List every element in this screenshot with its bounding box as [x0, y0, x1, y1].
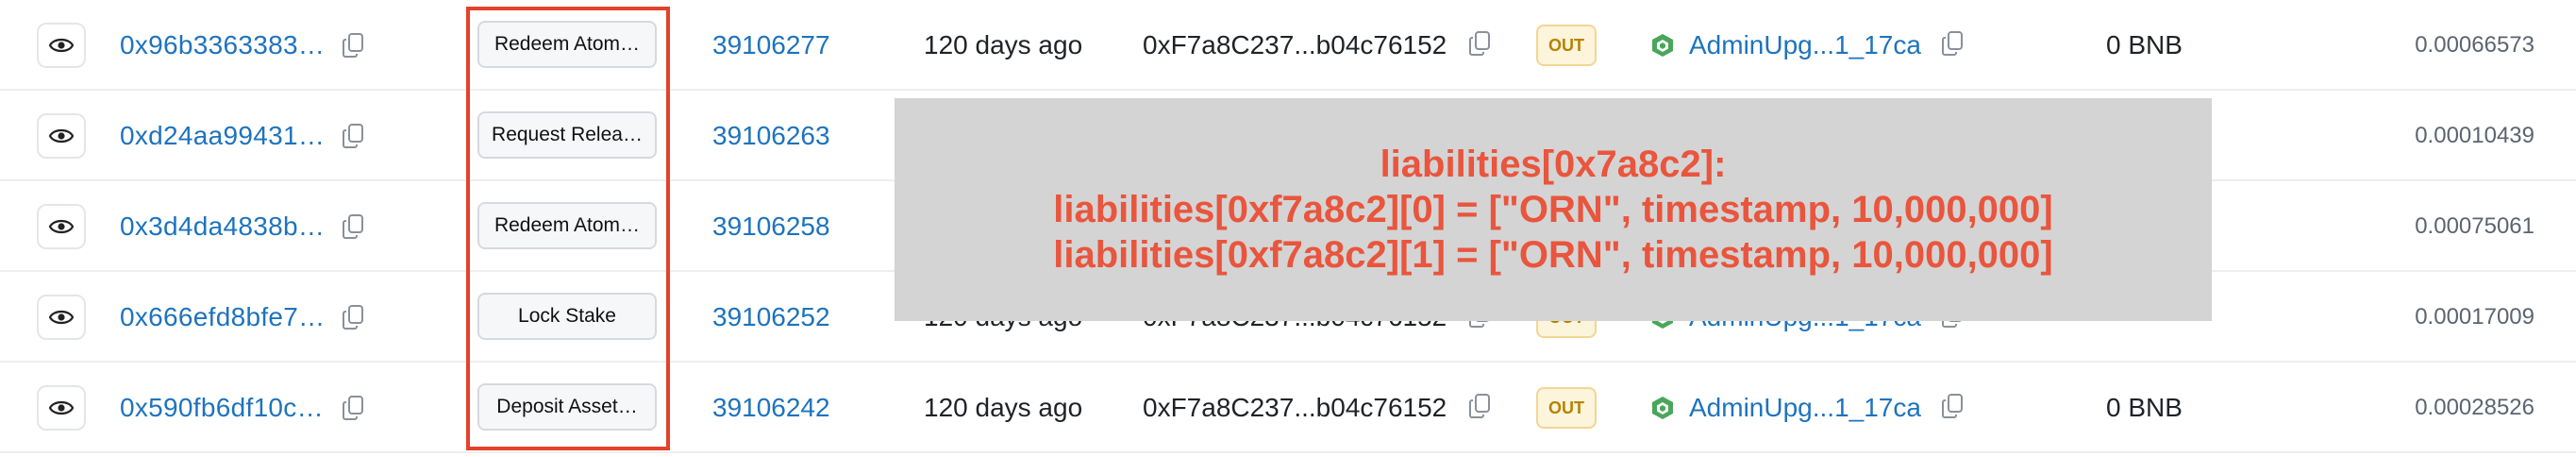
eye-icon	[49, 127, 74, 145]
txn-fee-text: 0.00028526	[2415, 395, 2534, 420]
table-row: 0x96b3363383… Redeem Atom… 39106277 120 day…	[0, 0, 2576, 91]
copy-icon[interactable]	[1468, 393, 1491, 424]
annotation-line-3: liabilities[0xf7a8c2][1] = ["ORN", times…	[1053, 234, 2053, 276]
view-details-button[interactable]	[37, 385, 86, 431]
tx-hash-link[interactable]: 0x3d4da4838b…	[120, 181, 325, 272]
copy-icon[interactable]	[342, 123, 364, 154]
copy-icon[interactable]	[1941, 393, 1964, 424]
copy-icon[interactable]	[1941, 30, 1964, 61]
view-details-button[interactable]	[37, 295, 86, 340]
txn-fee-text: 0.00017009	[2415, 304, 2534, 330]
eye-icon	[49, 308, 74, 327]
eye-icon	[49, 217, 74, 236]
view-details-button[interactable]	[37, 23, 86, 68]
tx-hash-link[interactable]: 0x666efd8bfe7…	[120, 272, 325, 363]
direction-badge: OUT	[1536, 25, 1597, 66]
block-link[interactable]: 39106252	[712, 272, 830, 363]
from-address: 0xF7a8C237...b04c76152	[1143, 393, 1447, 422]
table-row: 0x590fb6df10c… Deposit Asset… 39106242 120 …	[0, 363, 2576, 453]
copy-icon[interactable]	[342, 304, 364, 335]
from-address: 0xF7a8C237...b04c76152	[1143, 30, 1447, 59]
txn-fee-text: 0.00010439	[2415, 123, 2534, 148]
block-link[interactable]: 39106258	[712, 181, 830, 272]
tx-hash-link[interactable]: 0xd24aa99431…	[120, 91, 325, 181]
annotation-line-2: liabilities[0xf7a8c2][0] = ["ORN", times…	[1053, 189, 2053, 230]
block-link[interactable]: 39106242	[712, 363, 830, 453]
block-link[interactable]: 39106263	[712, 91, 830, 181]
eye-icon	[49, 398, 74, 417]
contract-icon	[1650, 395, 1675, 426]
value-text: 0 BNB	[2106, 30, 2183, 59]
to-address-link[interactable]: AdminUpg...1_17ca	[1689, 0, 1921, 91]
value-text: 0 BNB	[2106, 393, 2183, 422]
copy-icon[interactable]	[342, 395, 364, 426]
copy-icon[interactable]	[342, 32, 364, 63]
txn-fee-text: 0.00066573	[2415, 32, 2534, 58]
age-text: 120 days ago	[924, 30, 1083, 59]
view-details-button[interactable]	[37, 113, 86, 159]
method-column-highlight	[466, 7, 670, 450]
age-text: 120 days ago	[924, 393, 1083, 422]
contract-icon	[1650, 32, 1675, 63]
eye-icon	[49, 36, 74, 55]
copy-icon[interactable]	[342, 213, 364, 245]
annotation-overlay: liabilities[0x7a8c2]: liabilities[0xf7a8…	[895, 98, 2212, 321]
tx-hash-link[interactable]: 0x96b3363383…	[120, 0, 325, 91]
copy-icon[interactable]	[1468, 30, 1491, 61]
view-details-button[interactable]	[37, 204, 86, 249]
direction-badge: OUT	[1536, 387, 1597, 429]
block-link[interactable]: 39106277	[712, 0, 830, 91]
txn-fee-text: 0.00075061	[2415, 213, 2534, 239]
tx-hash-link[interactable]: 0x590fb6df10c…	[120, 363, 324, 453]
annotation-line-1: liabilities[0x7a8c2]:	[1380, 144, 1727, 185]
to-address-link[interactable]: AdminUpg...1_17ca	[1689, 363, 1921, 453]
